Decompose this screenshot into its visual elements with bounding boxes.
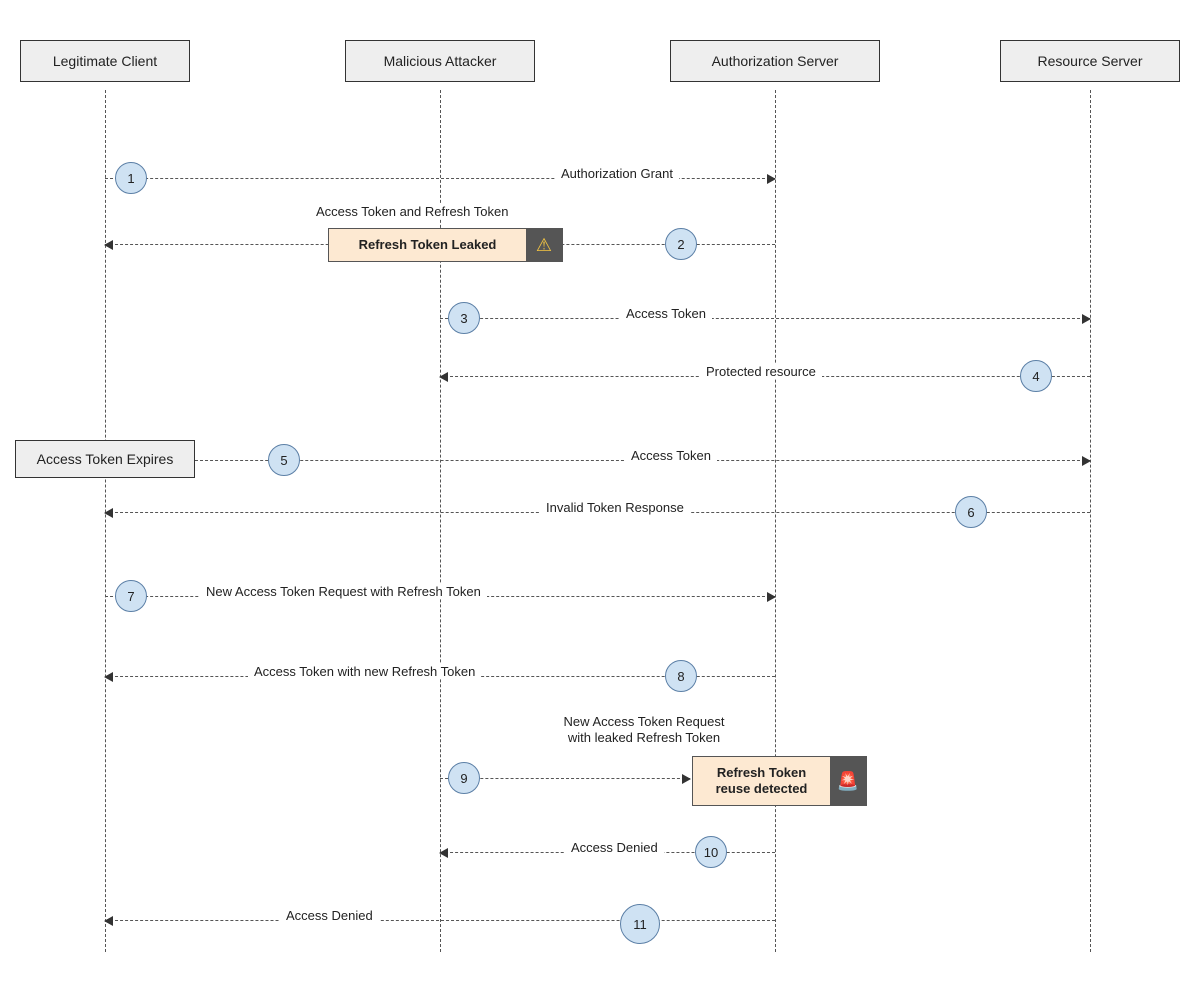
msg-3: Access Token bbox=[620, 306, 712, 321]
lifeline-resource bbox=[1090, 90, 1091, 952]
actor-label: Resource Server bbox=[1037, 53, 1142, 69]
step-5: 5 bbox=[268, 444, 300, 476]
msg-6: Invalid Token Response bbox=[540, 500, 690, 515]
note-label: Refresh Token Leaked bbox=[329, 229, 526, 261]
step-2: 2 bbox=[665, 228, 697, 260]
step-num: 2 bbox=[677, 237, 684, 252]
msg-10: Access Denied bbox=[565, 840, 664, 855]
step-7: 7 bbox=[115, 580, 147, 612]
actor-legitimate-client: Legitimate Client bbox=[20, 40, 190, 82]
lifeline-auth bbox=[775, 90, 776, 952]
actor-authorization-server: Authorization Server bbox=[670, 40, 880, 82]
actor-label: Authorization Server bbox=[712, 53, 839, 69]
note-refresh-token-leaked: Refresh Token Leaked ⚠ bbox=[328, 228, 563, 262]
step-4: 4 bbox=[1020, 360, 1052, 392]
warning-icon: ⚠ bbox=[526, 229, 562, 261]
msg-2a: Access Token and Refresh Token bbox=[310, 204, 514, 219]
msg-11: Access Denied bbox=[280, 908, 379, 923]
step-10: 10 bbox=[695, 836, 727, 868]
actor-label: Malicious Attacker bbox=[384, 53, 497, 69]
step-9: 9 bbox=[448, 762, 480, 794]
step-8: 8 bbox=[665, 660, 697, 692]
state-access-token-expires: Access Token Expires bbox=[15, 440, 195, 478]
alarm-icon: 🚨 bbox=[830, 757, 866, 805]
step-1: 1 bbox=[115, 162, 147, 194]
step-num: 10 bbox=[704, 845, 718, 860]
msg-5: Access Token bbox=[625, 448, 717, 463]
step-num: 5 bbox=[280, 453, 287, 468]
lifeline-attacker bbox=[440, 90, 441, 952]
arrow-3 bbox=[440, 318, 1090, 319]
sequence-diagram: Legitimate Client Malicious Attacker Aut… bbox=[0, 0, 1204, 982]
actor-label: Legitimate Client bbox=[53, 53, 157, 69]
arrow-11 bbox=[105, 920, 775, 921]
msg-7: New Access Token Request with Refresh To… bbox=[200, 584, 487, 599]
msg-9: New Access Token Request with leaked Ref… bbox=[538, 714, 750, 747]
actor-malicious-attacker: Malicious Attacker bbox=[345, 40, 535, 82]
step-num: 3 bbox=[460, 311, 467, 326]
lifeline-client bbox=[105, 90, 106, 952]
actor-resource-server: Resource Server bbox=[1000, 40, 1180, 82]
msg-1: Authorization Grant bbox=[555, 166, 679, 181]
step-num: 4 bbox=[1032, 369, 1039, 384]
step-num: 6 bbox=[967, 505, 974, 520]
step-num: 9 bbox=[460, 771, 467, 786]
state-label: Access Token Expires bbox=[37, 451, 174, 467]
step-3: 3 bbox=[448, 302, 480, 334]
step-num: 8 bbox=[677, 669, 684, 684]
msg-9b: with leaked Refresh Token bbox=[568, 730, 720, 745]
step-num: 11 bbox=[633, 917, 647, 932]
msg-4: Protected resource bbox=[700, 364, 822, 379]
note-label: Refresh Token reuse detected bbox=[693, 757, 830, 805]
note-reuse-detected: Refresh Token reuse detected 🚨 bbox=[692, 756, 867, 806]
step-11: 11 bbox=[620, 904, 660, 944]
msg-9a: New Access Token Request bbox=[564, 714, 725, 729]
msg-8: Access Token with new Refresh Token bbox=[248, 664, 481, 679]
step-6: 6 bbox=[955, 496, 987, 528]
step-num: 1 bbox=[127, 171, 134, 186]
step-num: 7 bbox=[127, 589, 134, 604]
